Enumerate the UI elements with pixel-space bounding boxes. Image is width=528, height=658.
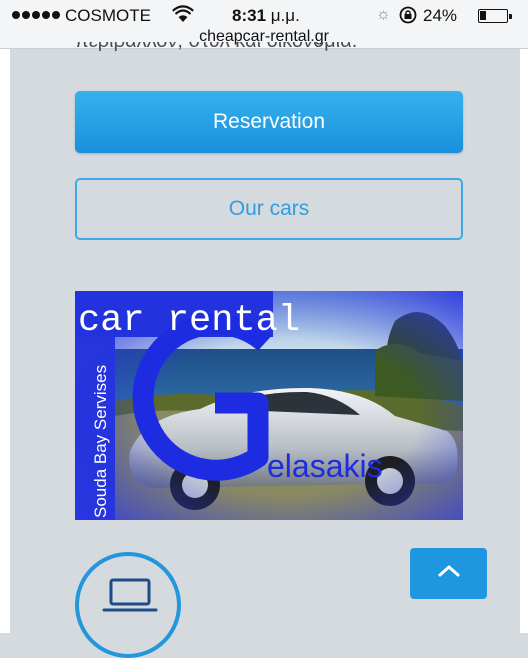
signal-dots-icon [12, 11, 60, 19]
battery-fill [480, 11, 486, 20]
banner-logo-text: elasakis [267, 448, 383, 484]
left-edge [0, 0, 10, 633]
laptop-feature-icon [75, 552, 181, 658]
banner-side-text: Souda Bay Servises [91, 365, 110, 518]
carrier-name: COSMOTE [65, 6, 151, 25]
banner-title: car rental [78, 300, 300, 342]
scroll-to-top-button[interactable] [410, 548, 487, 599]
wifi-icon [172, 5, 194, 28]
car-rental-banner[interactable]: car rental Souda Bay Servises elasakis [75, 291, 464, 520]
brightness-icon: ☼ [376, 6, 391, 23]
right-edge [520, 0, 528, 633]
battery-percent: 24% [423, 6, 458, 25]
cut-off-paragraph: περιβάλλον, στυλ και οικονομία. [75, 42, 495, 64]
battery-tip [509, 14, 512, 19]
rotation-lock-icon [398, 5, 418, 30]
clock-time: 8:31 [232, 6, 267, 25]
clock-suffix: μ.μ. [270, 6, 300, 25]
our-cars-button[interactable]: Our cars [75, 178, 463, 240]
cut-off-paragraph-text: περιβάλλον, στυλ και οικονομία. [75, 42, 357, 52]
battery-icon [478, 9, 508, 23]
clock: 8:31 μ.μ. [232, 6, 300, 26]
reservation-button[interactable]: Reservation [75, 91, 463, 153]
chevron-up-icon [437, 563, 461, 584]
